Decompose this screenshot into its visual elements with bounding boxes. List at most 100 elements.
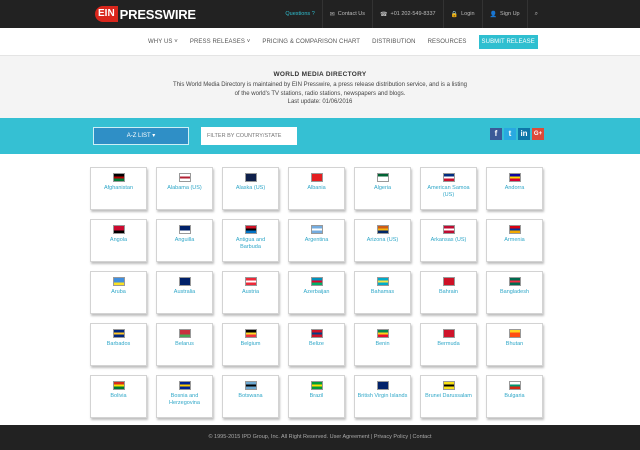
country-name[interactable]: Angola [91, 237, 146, 244]
country-name[interactable]: Bangladesh [487, 289, 542, 296]
top-link-lock[interactable]: 🔒 Login [442, 0, 482, 28]
country-card[interactable]: American Samoa (US) [420, 167, 477, 210]
country-card[interactable]: British Virgin Islands [354, 375, 411, 418]
country-card[interactable]: Andorra [486, 167, 543, 210]
country-card[interactable]: Austria [222, 271, 279, 314]
country-name[interactable]: American Samoa (US) [421, 185, 476, 199]
country-name[interactable]: Armenia [487, 237, 542, 244]
country-name[interactable]: British Virgin Islands [355, 393, 410, 400]
country-name[interactable]: Bulgaria [487, 393, 542, 400]
flag-icon [112, 225, 125, 234]
country-name[interactable]: Barbados [91, 341, 146, 348]
logo-text: PRESSWIRE [119, 6, 196, 22]
nav-item-0[interactable]: WHY US ˅ [148, 39, 178, 45]
flag-icon [442, 173, 455, 182]
country-name[interactable]: Bosnia and Herzegovina [157, 393, 212, 407]
country-name[interactable]: Belarus [157, 341, 212, 348]
country-name[interactable]: Argentina [289, 237, 344, 244]
country-card[interactable]: Alabama (US) [156, 167, 213, 210]
country-card[interactable]: Belarus [156, 323, 213, 366]
country-name[interactable]: Anguilla [157, 237, 212, 244]
country-card[interactable]: Brazil [288, 375, 345, 418]
country-card[interactable]: Algeria [354, 167, 411, 210]
country-card[interactable]: Belize [288, 323, 345, 366]
country-card[interactable]: Australia [156, 271, 213, 314]
country-card[interactable]: Arkansas (US) [420, 219, 477, 262]
country-name[interactable]: Alaska (US) [223, 185, 278, 192]
country-card[interactable]: Bosnia and Herzegovina [156, 375, 213, 418]
country-name[interactable]: Bahrain [421, 289, 476, 296]
nav-item-2[interactable]: PRICING & COMPARISON CHART [262, 39, 360, 45]
top-link-user[interactable]: 👤 Sign Up [481, 0, 527, 28]
chevron-down-icon: ˅ [244, 39, 251, 45]
flag-icon [112, 277, 125, 286]
nav-item-4[interactable]: RESOURCES [428, 39, 467, 45]
country-card[interactable]: Bermuda [420, 323, 477, 366]
country-name[interactable]: Arkansas (US) [421, 237, 476, 244]
country-name[interactable]: Austria [223, 289, 278, 296]
country-name[interactable]: Andorra [487, 185, 542, 192]
ein-presswire-logo[interactable]: EIN PRESSWIRE [95, 6, 196, 22]
flag-icon [508, 277, 521, 286]
country-name[interactable]: Arizona (US) [355, 237, 410, 244]
country-name[interactable]: Brazil [289, 393, 344, 400]
flag-icon [178, 225, 191, 234]
country-card[interactable]: Angola [90, 219, 147, 262]
twitter-icon[interactable]: t [504, 128, 516, 140]
country-card[interactable]: Bangladesh [486, 271, 543, 314]
country-name[interactable]: Albania [289, 185, 344, 192]
country-card[interactable]: Azerbaijan [288, 271, 345, 314]
country-card[interactable]: Antigua and Barbuda [222, 219, 279, 262]
country-name[interactable]: Alabama (US) [157, 185, 212, 192]
country-name[interactable]: Benin [355, 341, 410, 348]
country-card[interactable]: Argentina [288, 219, 345, 262]
country-card[interactable]: Benin [354, 323, 411, 366]
country-name[interactable]: Azerbaijan [289, 289, 344, 296]
country-name[interactable]: Bolivia [91, 393, 146, 400]
main-nav: WHY US ˅ PRESS RELEASES ˅ PRICING & COMPAR… [0, 28, 640, 56]
country-filter-input[interactable] [201, 127, 297, 145]
country-card[interactable]: Aruba [90, 271, 147, 314]
country-name[interactable]: Brunei Darussalam [421, 393, 476, 400]
top-link-envelope[interactable]: ✉ Contact Us [321, 0, 372, 28]
country-card[interactable]: Bahamas [354, 271, 411, 314]
country-card[interactable]: Anguilla [156, 219, 213, 262]
flag-icon [508, 173, 521, 182]
country-card[interactable]: Bulgaria [486, 375, 543, 418]
country-card[interactable]: Barbados [90, 323, 147, 366]
country-name[interactable]: Bermuda [421, 341, 476, 348]
country-card[interactable]: Albania [288, 167, 345, 210]
google-plus-icon[interactable]: G+ [532, 128, 544, 140]
country-name[interactable]: Bhutan [487, 341, 542, 348]
country-name[interactable]: Bahamas [355, 289, 410, 296]
country-card[interactable]: Belgium [222, 323, 279, 366]
linkedin-icon[interactable]: in [518, 128, 530, 140]
country-card[interactable]: Alaska (US) [222, 167, 279, 210]
country-card[interactable]: Arizona (US) [354, 219, 411, 262]
top-link-label: Login [461, 11, 475, 17]
country-name[interactable]: Botswana [223, 393, 278, 400]
country-name[interactable]: Antigua and Barbuda [223, 237, 278, 251]
flag-icon [178, 277, 191, 286]
country-card[interactable]: Bahrain [420, 271, 477, 314]
top-link-phone[interactable]: ☎ +01 202-549-8337 [372, 0, 443, 28]
top-link-search[interactable]: ⌕ [526, 0, 548, 28]
az-list-dropdown[interactable]: A-Z LIST ▾ [93, 127, 189, 145]
submit-release-button[interactable]: SUBMIT RELEASE [478, 35, 538, 49]
country-name[interactable]: Australia [157, 289, 212, 296]
top-link-question[interactable]: Questions ? [278, 0, 321, 28]
country-card[interactable]: Armenia [486, 219, 543, 262]
country-name[interactable]: Belgium [223, 341, 278, 348]
country-name[interactable]: Belize [289, 341, 344, 348]
country-name[interactable]: Algeria [355, 185, 410, 192]
country-name[interactable]: Afghanistan [91, 185, 146, 192]
facebook-icon[interactable]: f [490, 128, 502, 140]
nav-item-1[interactable]: PRESS RELEASES ˅ [190, 39, 250, 45]
country-name[interactable]: Aruba [91, 289, 146, 296]
country-card[interactable]: Bhutan [486, 323, 543, 366]
nav-item-3[interactable]: DISTRIBUTION [372, 39, 416, 45]
country-card[interactable]: Bolivia [90, 375, 147, 418]
country-card[interactable]: Afghanistan [90, 167, 147, 210]
country-card[interactable]: Brunei Darussalam [420, 375, 477, 418]
country-card[interactable]: Botswana [222, 375, 279, 418]
